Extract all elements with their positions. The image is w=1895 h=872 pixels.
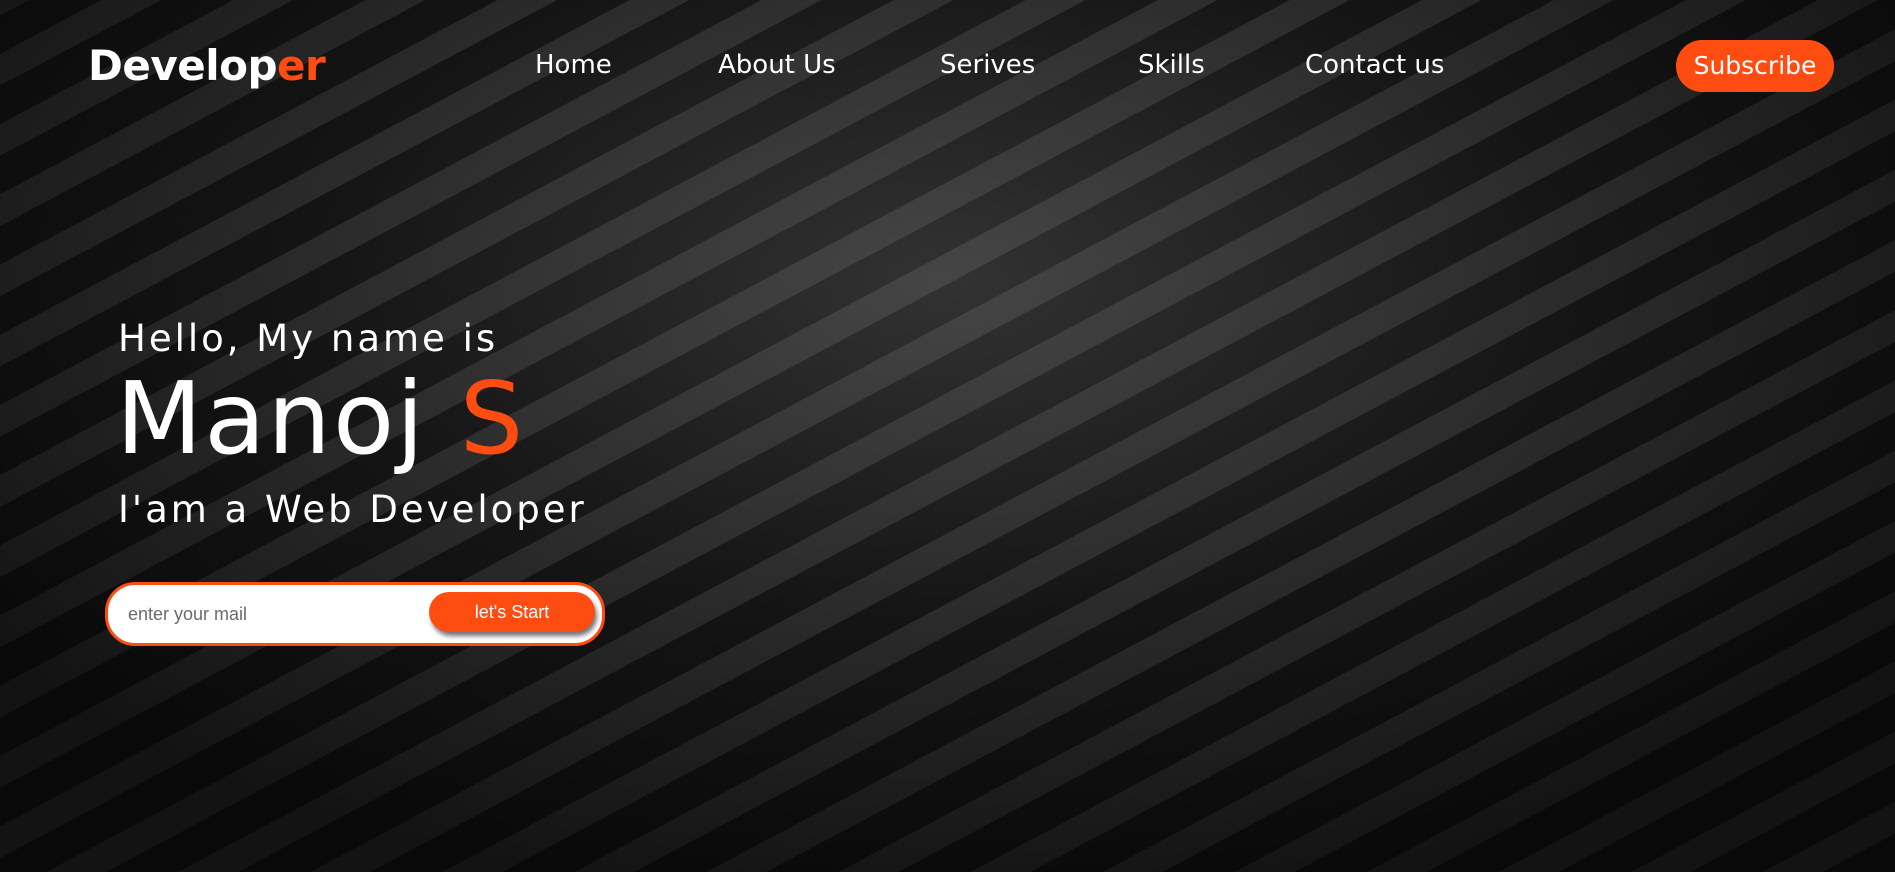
hero-role: I'am a Web Developer xyxy=(118,488,587,531)
nav-link-skills[interactable]: Skills xyxy=(1138,48,1205,82)
email-signup-form: let's Start xyxy=(105,582,605,646)
lets-start-button[interactable]: let's Start xyxy=(429,592,595,632)
hero-name-accent: S xyxy=(459,360,526,477)
nav-link-home[interactable]: Home xyxy=(535,48,612,82)
nav-link-services[interactable]: Serives xyxy=(940,48,1035,82)
hero-greeting: Hello, My name is xyxy=(118,317,499,360)
subscribe-button[interactable]: Subscribe xyxy=(1676,40,1834,92)
hero-name: Manoj S xyxy=(116,360,525,478)
site-logo[interactable]: Developer xyxy=(88,40,326,92)
nav-link-about-us[interactable]: About Us xyxy=(718,48,836,82)
navbar: Developer Home About Us Serives Skills C… xyxy=(0,0,1895,134)
hero-name-first: Manoj xyxy=(116,360,460,477)
email-input[interactable] xyxy=(128,595,428,633)
logo-text: Develop xyxy=(88,41,278,90)
logo-accent-text: er xyxy=(277,41,326,90)
nav-link-contact-us[interactable]: Contact us xyxy=(1305,48,1444,82)
